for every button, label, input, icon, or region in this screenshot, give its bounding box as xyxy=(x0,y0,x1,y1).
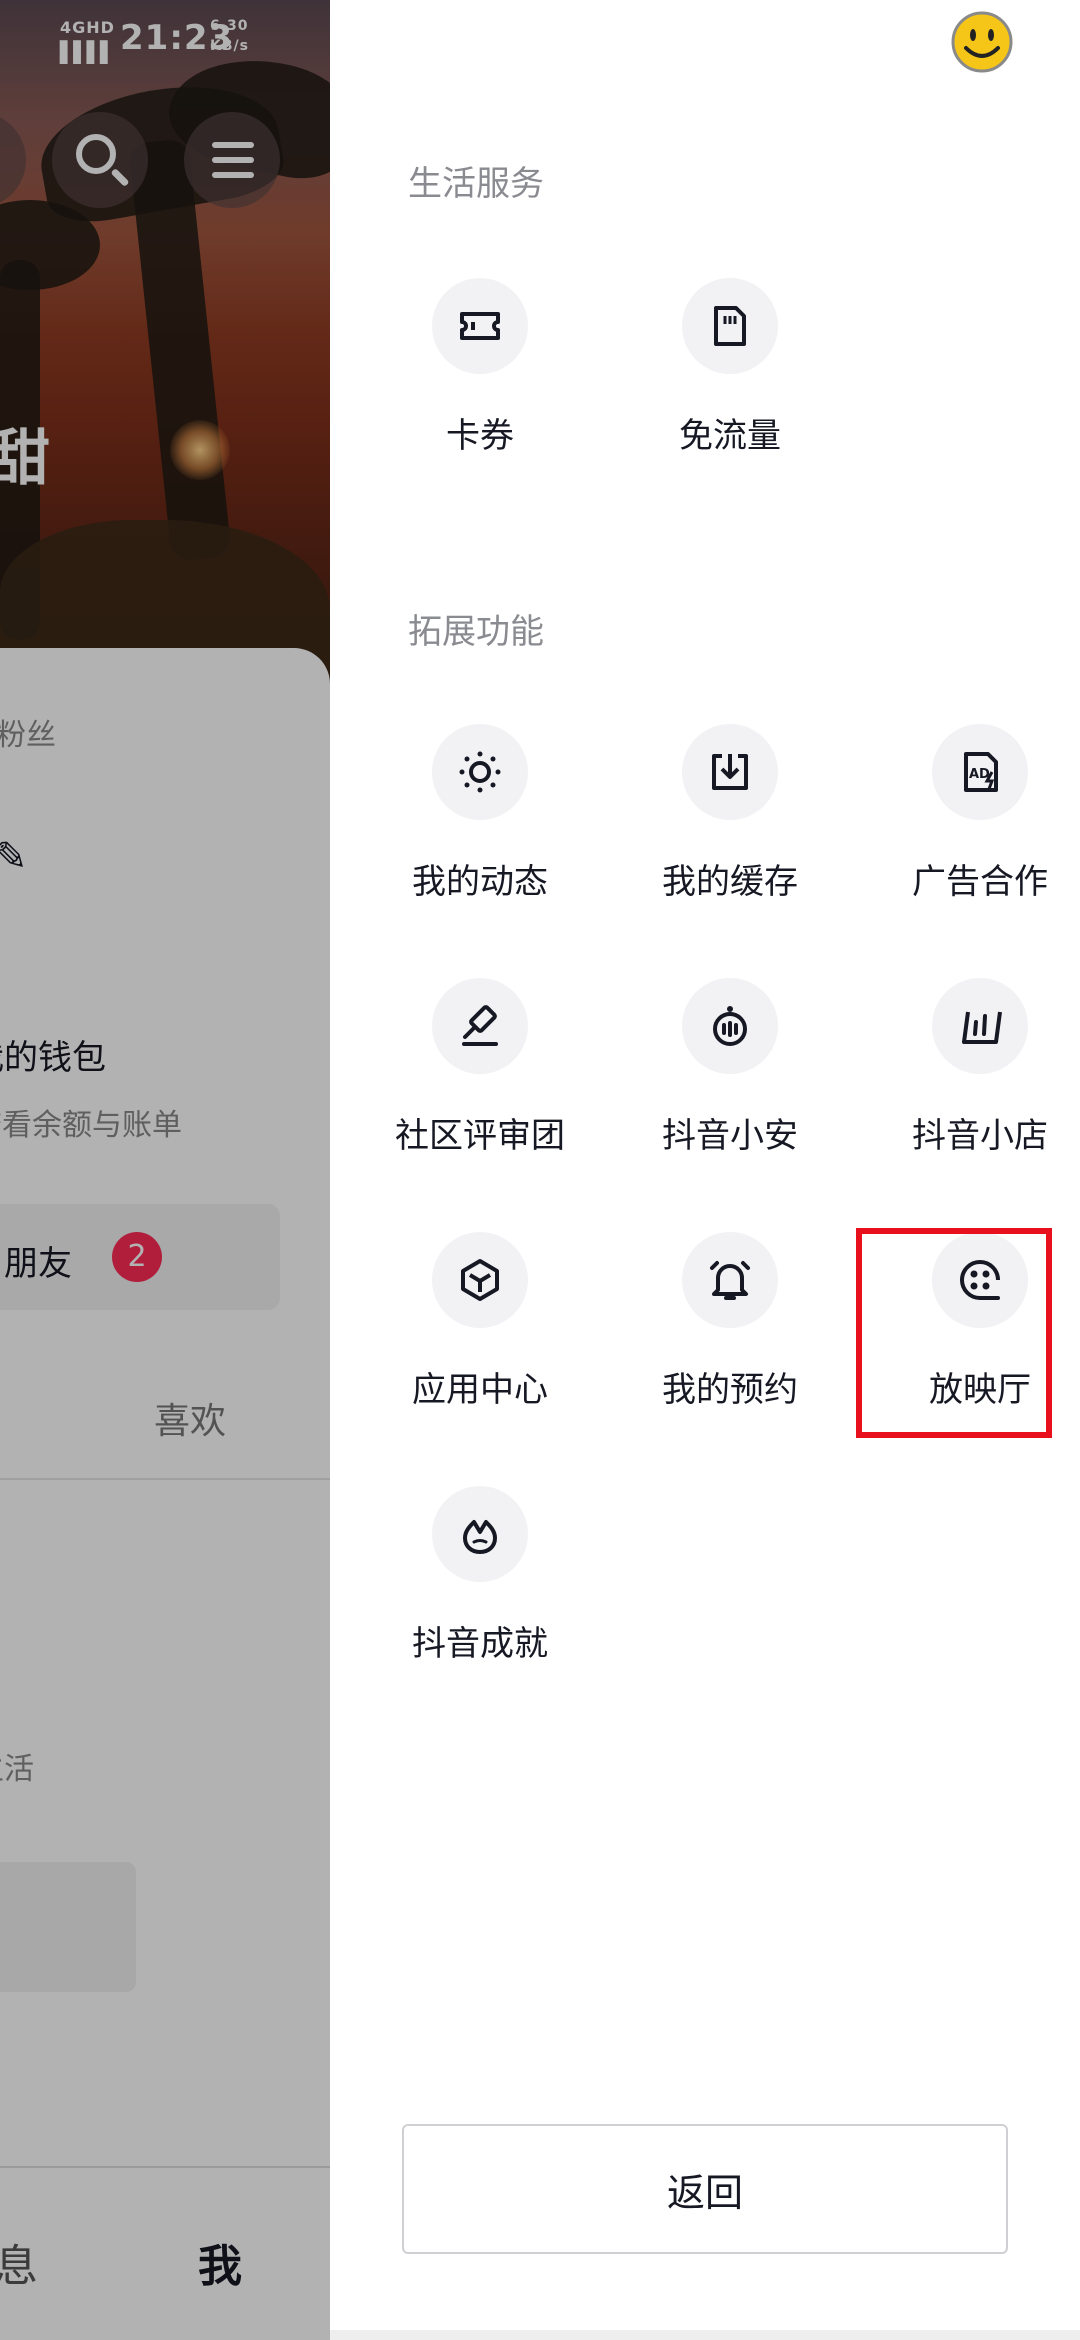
cube-icon xyxy=(432,1232,528,1328)
menu-item-free-data[interactable]: 免流量 xyxy=(610,278,850,478)
robot-icon xyxy=(682,978,778,1074)
menu-item-community-jury[interactable]: 社区评审团 xyxy=(360,978,600,1178)
gavel-icon xyxy=(432,978,528,1074)
menu-item-label: 我的缓存 xyxy=(662,862,798,902)
side-drawer: 生活服务 卡券 免流量 拓展功能 我的动态 我的缓存 AD 广告合作 社区评审团… xyxy=(330,0,1080,2340)
menu-item-label: 我的预约 xyxy=(662,1370,798,1410)
menu-item-app-center[interactable]: 应用中心 xyxy=(360,1232,600,1432)
menu-item-label: 我的动态 xyxy=(412,862,548,902)
achievement-icon xyxy=(432,1486,528,1582)
highlight-box xyxy=(856,1228,1052,1438)
menu-item-label: 广告合作 xyxy=(912,862,1048,902)
menu-item-douyin-xiaoan[interactable]: 抖音小安 xyxy=(610,978,850,1178)
back-button[interactable]: 返回 xyxy=(402,2124,1008,2254)
bell-icon xyxy=(682,1232,778,1328)
section-title-life-services: 生活服务 xyxy=(408,164,544,204)
menu-item-douyin-shop[interactable]: 抖音小店 xyxy=(860,978,1080,1178)
download-box-icon xyxy=(682,724,778,820)
dim-overlay[interactable] xyxy=(0,0,330,2340)
ticket-icon xyxy=(432,278,528,374)
menu-item-my-activity[interactable]: 我的动态 xyxy=(360,724,600,924)
section-title-extended-features: 拓展功能 xyxy=(408,612,544,652)
sun-dots-icon xyxy=(432,724,528,820)
menu-item-coupons[interactable]: 卡券 xyxy=(360,278,600,478)
menu-item-ad-cooperation[interactable]: AD 广告合作 xyxy=(860,724,1080,924)
ad-icon: AD xyxy=(932,724,1028,820)
sim-card-icon xyxy=(682,278,778,374)
menu-item-label: 免流量 xyxy=(679,416,781,456)
menu-item-douyin-achievements[interactable]: 抖音成就 xyxy=(360,1486,600,1686)
menu-item-label: 抖音小店 xyxy=(912,1116,1048,1156)
menu-item-label: 应用中心 xyxy=(412,1370,548,1410)
bottom-edge-strip xyxy=(330,2330,1080,2340)
shop-icon xyxy=(932,978,1028,1074)
menu-item-my-reservations[interactable]: 我的预约 xyxy=(610,1232,850,1432)
background-profile-page: 4GHD ▌▌▌▌ 21:23 6.30 KB/s 甜 粉丝 ✎ 我的钱包 查看… xyxy=(0,0,330,2340)
menu-item-label: 抖音成就 xyxy=(412,1624,548,1664)
menu-item-label: 卡券 xyxy=(446,416,514,456)
smiley-avatar-icon[interactable] xyxy=(950,10,1014,74)
menu-item-label: 抖音小安 xyxy=(662,1116,798,1156)
menu-item-label: 社区评审团 xyxy=(395,1116,565,1156)
menu-item-my-cache[interactable]: 我的缓存 xyxy=(610,724,850,924)
